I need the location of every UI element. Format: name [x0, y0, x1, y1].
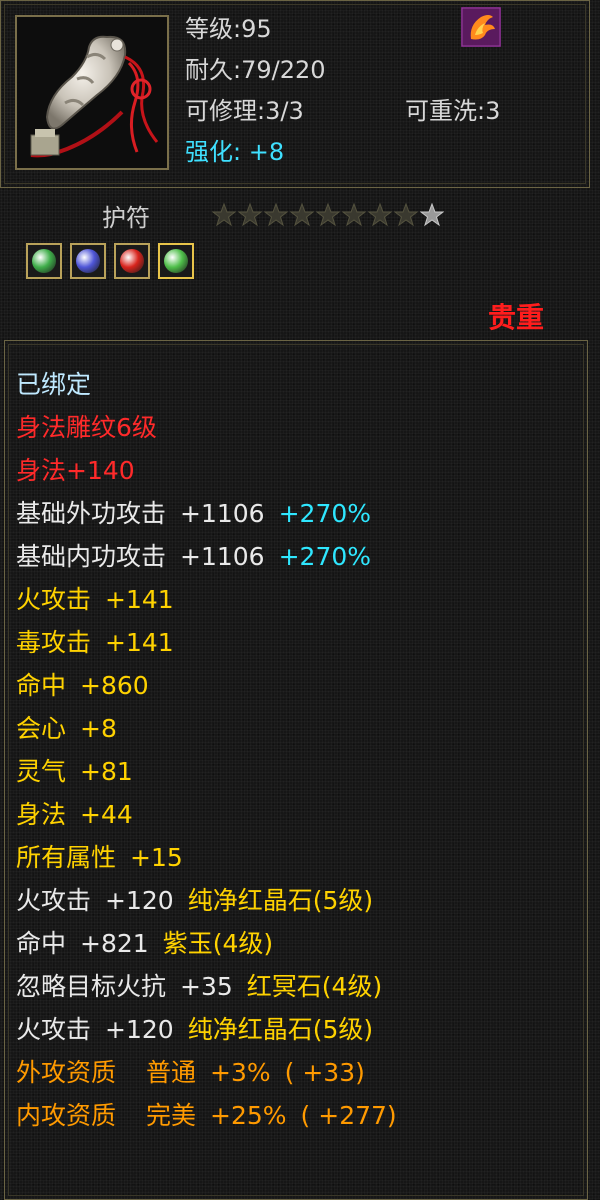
gem-stone — [76, 249, 100, 273]
attr-label: 命中 — [16, 929, 67, 958]
level-text: 等级:95 — [185, 15, 272, 43]
gem-stone — [120, 249, 144, 273]
gem-level: (4级) — [212, 929, 274, 958]
attr-row: 命中 +860 — [16, 671, 149, 701]
aptitude-grade: 普通 — [146, 1058, 197, 1087]
attr-label: 火攻击 — [16, 585, 92, 614]
bound-status: 已绑定 — [16, 370, 92, 399]
gem-bonus-row: 命中 +821 紫玉(4级) — [16, 929, 273, 959]
attr-value: +15 — [130, 843, 183, 872]
rewashable-text: 可重洗:3 — [405, 97, 501, 125]
star-empty-icon — [420, 203, 444, 227]
attr-label: 身法 — [16, 800, 67, 829]
attr-value: +81 — [80, 757, 133, 786]
rarity-label: 贵重 — [488, 301, 545, 334]
gem-sockets — [26, 243, 194, 279]
gem-green-icon[interactable] — [158, 243, 194, 279]
attr-percent: +270% — [278, 542, 372, 571]
gem-stone — [32, 249, 56, 273]
star-filled-icon — [290, 203, 314, 227]
attr-value: +8 — [80, 714, 117, 743]
aptitude-value: +25% — [210, 1101, 287, 1130]
attr-value: +1106 — [180, 542, 265, 571]
item-icon-slot[interactable] — [15, 15, 169, 170]
repairable-text: 可修理:3/3 — [185, 97, 304, 125]
attr-label: 基础内功攻击 — [16, 542, 167, 571]
star-filled-icon — [394, 203, 418, 227]
refine-value: +8 — [248, 138, 285, 166]
attr-value: +35 — [180, 972, 233, 1001]
aptitude-grade: 完美 — [146, 1101, 197, 1130]
jade-amulet-icon — [17, 17, 167, 168]
aptitude-label: 内攻资质 — [16, 1101, 117, 1130]
aptitude-extra: ( +277) — [300, 1101, 397, 1130]
attr-value: +120 — [105, 886, 174, 915]
aptitude-row: 外攻资质 普通 +3% ( +33) — [16, 1058, 365, 1088]
attr-label: 基础外功攻击 — [16, 499, 167, 528]
gem-blue-icon[interactable] — [70, 243, 106, 279]
attr-value: +120 — [105, 1015, 174, 1044]
base-int-attack-row: 基础内功攻击 +1106 +270% — [16, 542, 371, 572]
star-filled-icon — [368, 203, 392, 227]
refine-label: 强化: — [185, 138, 242, 166]
attr-row: 身法 +44 — [16, 800, 133, 830]
attr-label: 命中 — [16, 671, 67, 700]
attr-value: +1106 — [180, 499, 265, 528]
gem-level: (5级) — [312, 886, 374, 915]
aptitude-extra: ( +33) — [284, 1058, 365, 1087]
attr-row: 灵气 +81 — [16, 757, 133, 787]
gem-bonus-row: 忽略目标火抗 +35 红冥石(4级) — [16, 972, 382, 1002]
item-header: 等级:95 耐久:79/220 可修理:3/3 可重洗:3 强化: +8 — [0, 0, 590, 188]
attr-label: 火攻击 — [16, 886, 92, 915]
attr-label: 灵气 — [16, 757, 67, 786]
attr-value: +821 — [80, 929, 149, 958]
attr-row: 会心 +8 — [16, 714, 117, 744]
gem-name: 红冥石 — [246, 972, 322, 1001]
gem-bonus-row: 火攻击 +120 纯净红晶石(5级) — [16, 1015, 373, 1045]
attr-value: +860 — [80, 671, 149, 700]
star-filled-icon — [212, 203, 236, 227]
aptitude-value: +3% — [210, 1058, 271, 1087]
attr-percent: +270% — [278, 499, 372, 528]
attr-row: 所有属性 +15 — [16, 843, 183, 873]
attr-value: +141 — [105, 628, 174, 657]
base-ext-attack-row: 基础外功攻击 +1106 +270% — [16, 499, 371, 529]
attr-value: +141 — [105, 585, 174, 614]
gem-level: (4级) — [321, 972, 383, 1001]
gem-green-icon[interactable] — [26, 243, 62, 279]
aptitude-label: 外攻资质 — [16, 1058, 117, 1087]
attr-label: 忽略目标火抗 — [16, 972, 167, 1001]
item-type-label: 护符 — [102, 204, 150, 232]
gem-name: 纯净红晶石 — [187, 1015, 313, 1044]
agility-bonus-text: 身法+140 — [16, 456, 135, 485]
star-rating — [212, 203, 444, 227]
star-filled-icon — [342, 203, 366, 227]
carving-text: 身法雕纹6级 — [16, 413, 157, 442]
gem-bonus-row: 火攻击 +120 纯净红晶石(5级) — [16, 886, 373, 916]
attr-label: 会心 — [16, 714, 67, 743]
gem-red-icon[interactable] — [114, 243, 150, 279]
attr-label: 毒攻击 — [16, 628, 92, 657]
refine-level: 强化: +8 — [185, 132, 284, 167]
attr-label: 火攻击 — [16, 1015, 92, 1044]
star-filled-icon — [316, 203, 340, 227]
attr-row: 毒攻击 +141 — [16, 628, 174, 658]
gem-stone — [164, 249, 188, 273]
attr-label: 所有属性 — [16, 843, 117, 872]
gem-name: 紫玉 — [162, 929, 213, 958]
aptitude-row: 内攻资质 完美 +25% ( +277) — [16, 1101, 397, 1131]
phoenix-flame-icon[interactable] — [461, 7, 501, 47]
star-filled-icon — [238, 203, 262, 227]
durability-text: 耐久:79/220 — [185, 56, 326, 84]
gem-level: (5级) — [312, 1015, 374, 1044]
attr-row: 火攻击 +141 — [16, 585, 174, 615]
attr-value: +44 — [80, 800, 133, 829]
star-filled-icon — [264, 203, 288, 227]
gem-name: 纯净红晶石 — [187, 886, 313, 915]
